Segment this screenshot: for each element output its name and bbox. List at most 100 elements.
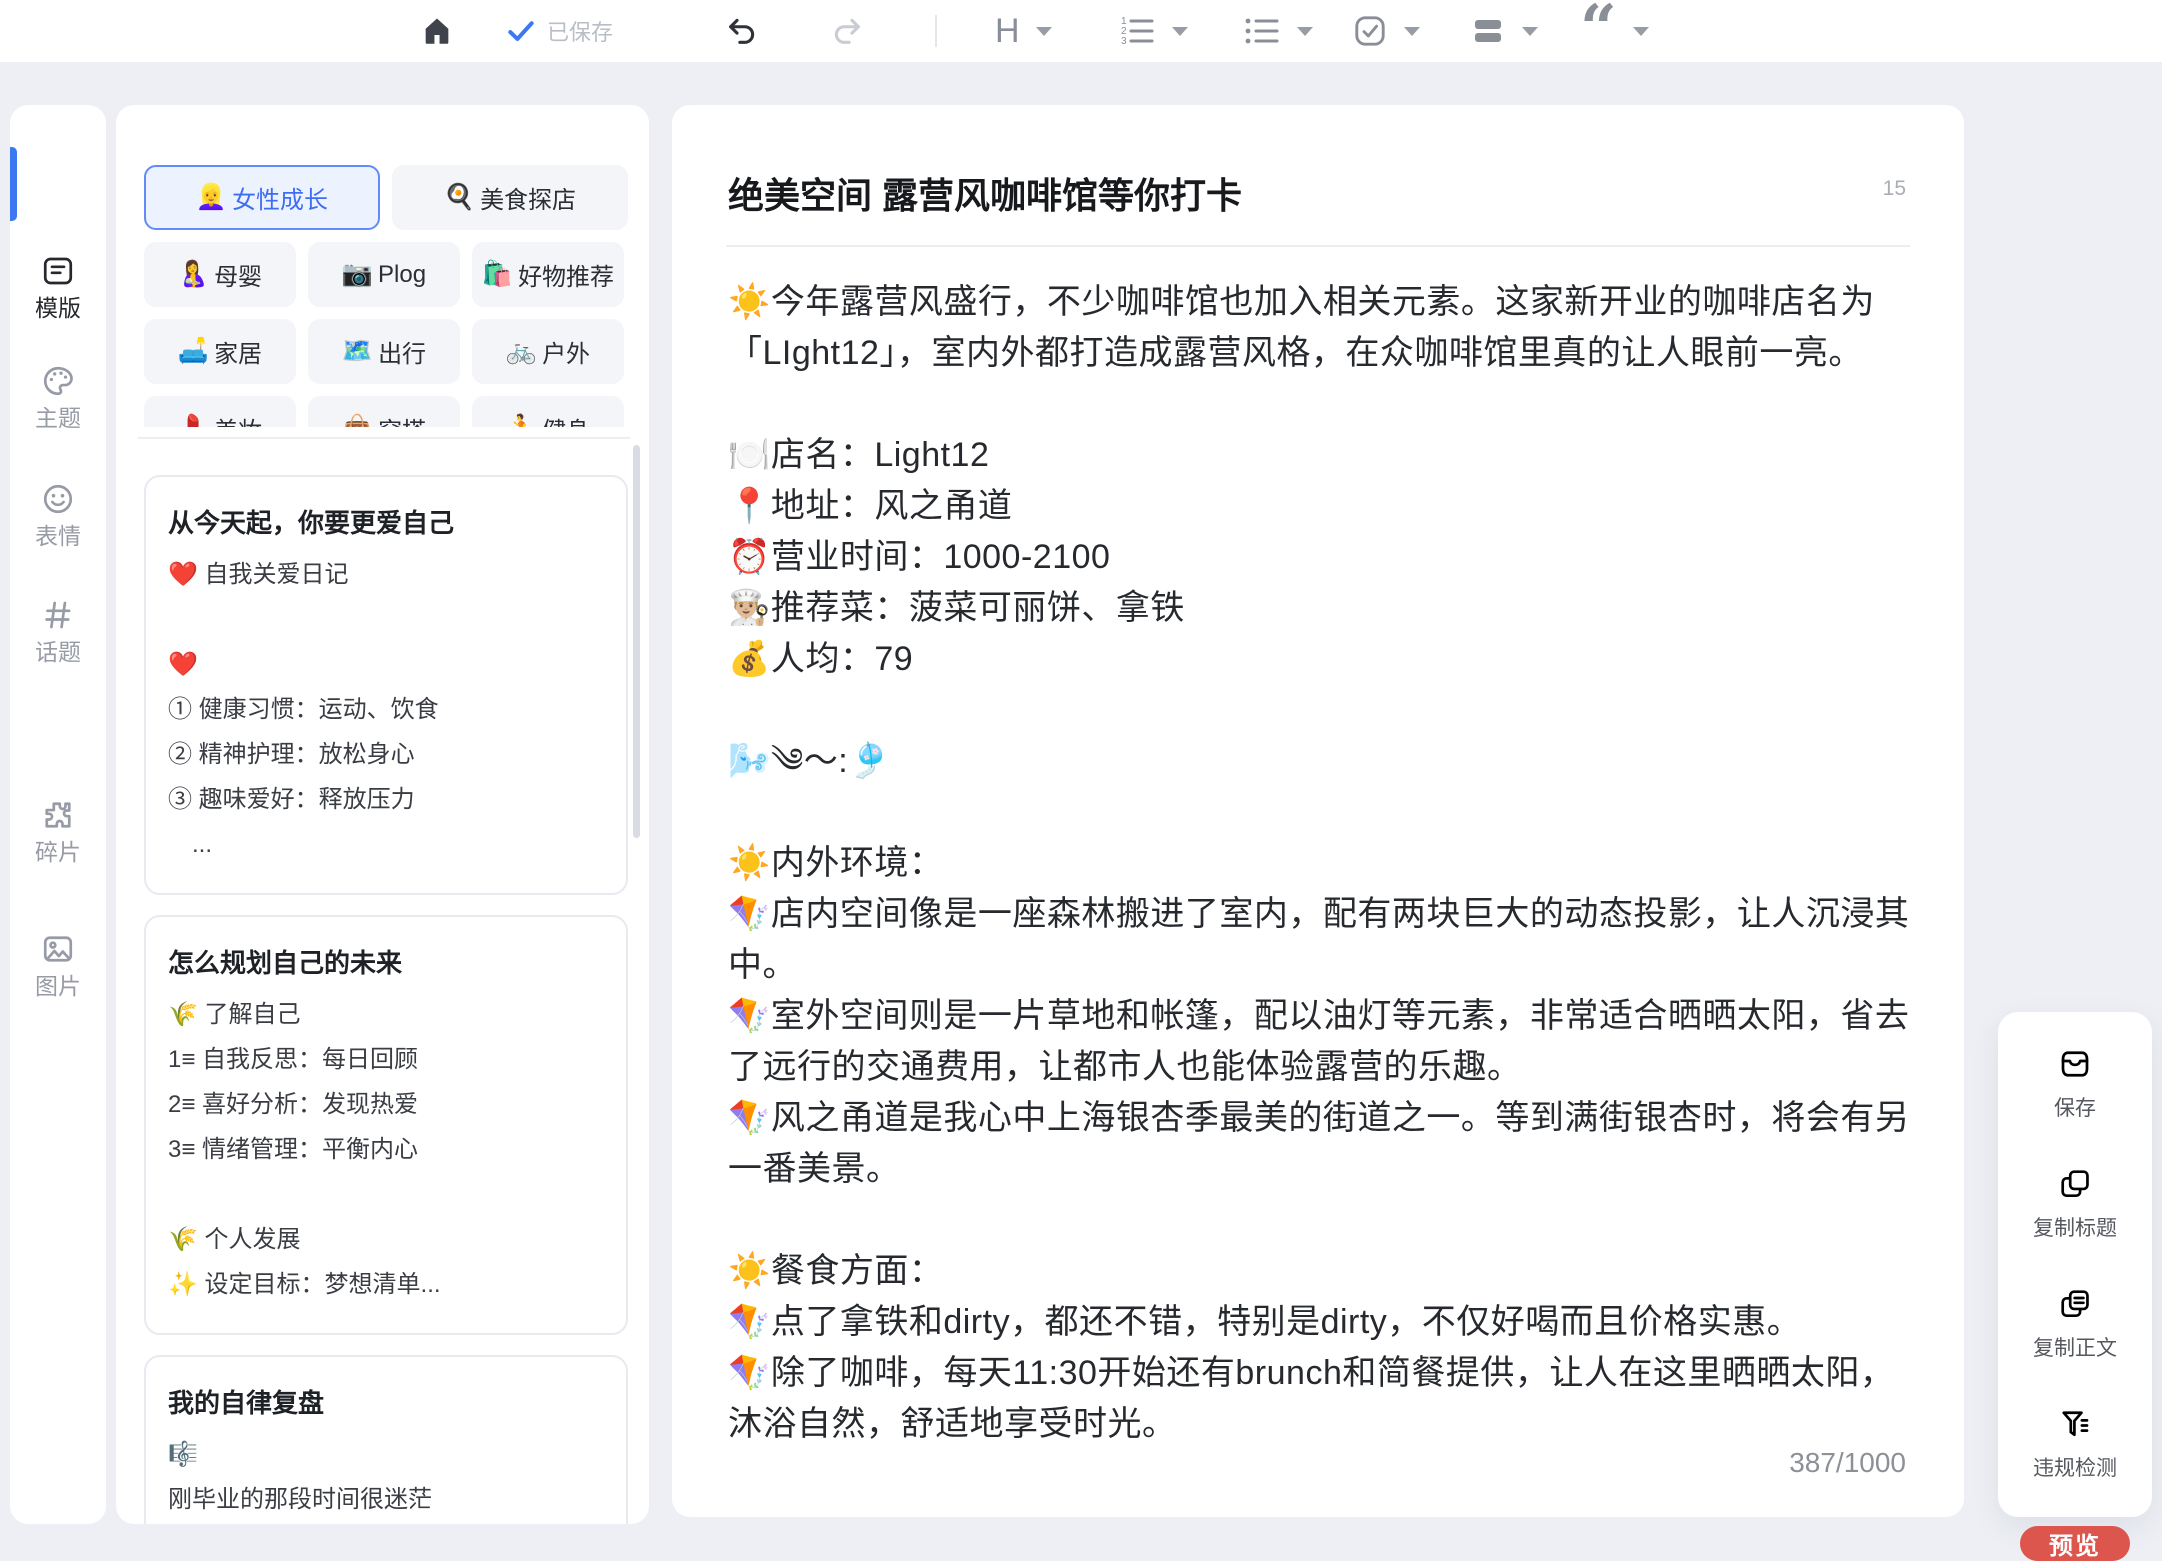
quote-icon: “ bbox=[1580, 14, 1617, 48]
undo-button[interactable] bbox=[725, 0, 759, 62]
ordered-list-dropdown[interactable]: 123 bbox=[1118, 0, 1188, 62]
paragraph-style-dropdown[interactable] bbox=[1470, 0, 1538, 62]
chip-label: 好物推荐 bbox=[518, 257, 614, 292]
action-button[interactable]: 保存 bbox=[2054, 1046, 2096, 1122]
action-button-label: 保存 bbox=[2054, 1092, 2096, 1122]
chip-emoji-icon: 🚲 bbox=[506, 337, 537, 366]
chip-label: 女性成长 bbox=[232, 180, 328, 215]
topic-icon bbox=[10, 597, 106, 633]
bullet-list-icon bbox=[1243, 14, 1281, 48]
rail-item-label: 表情 bbox=[35, 523, 81, 549]
chip-label: 户外 bbox=[542, 334, 590, 369]
note-title-input[interactable]: 绝美空间 露营风咖啡馆等你打卡 bbox=[728, 167, 1828, 219]
template-card-title: 我的自律复盘 bbox=[168, 1383, 604, 1420]
chip-emoji-icon: 🤱 bbox=[178, 260, 209, 289]
template-card-line: ❤️ bbox=[168, 642, 604, 687]
chip-emoji-icon: 🍳 bbox=[444, 183, 475, 212]
templates-panel: 👱‍♀️ 女性成长 🍳 美食探店 🤱 母婴 📷 Plog 🛍️ 好物推荐 🛋️ … bbox=[116, 105, 649, 1524]
home-button[interactable] bbox=[420, 0, 454, 62]
rail-item-label: 模版 bbox=[35, 295, 81, 321]
chevron-down-icon bbox=[1297, 27, 1313, 36]
template-card-lines: 🌾 了解自己 1≡ 自我反思：每日回顾 2≡ 喜好分析：发现热爱 3≡ 情绪管理… bbox=[168, 992, 604, 1307]
rail-item[interactable]: 碎片 bbox=[10, 797, 106, 867]
template-card-lines: ❤️ 自我关爱日记 ❤️ ① 健康习惯：运动、饮食 ② 精神护理：放松身心 ③ … bbox=[168, 552, 604, 867]
heading-dropdown[interactable]: H bbox=[995, 0, 1052, 62]
top-toolbar: 已保存 H 123 “ bbox=[0, 0, 2162, 62]
template-card-line: ① 健康习惯：运动、饮食 bbox=[168, 687, 604, 732]
home-icon bbox=[420, 14, 454, 48]
action-button[interactable]: 复制标题 bbox=[2033, 1166, 2117, 1242]
heading-icon: H bbox=[995, 12, 1020, 51]
rail-item[interactable]: 图片 bbox=[10, 931, 106, 1001]
action-button-label: 复制标题 bbox=[2033, 1212, 2117, 1242]
preview-button[interactable]: 预览 bbox=[2020, 1526, 2130, 1561]
chip-label: 家居 bbox=[214, 334, 262, 369]
chip-emoji-icon: 📷 bbox=[342, 260, 373, 289]
body-line: 👨🏼‍🍳推荐菜：菠菜可丽饼、拿铁 bbox=[728, 583, 1912, 634]
rail-item[interactable]: 话题 bbox=[10, 597, 106, 667]
action-button[interactable]: 违规检测 bbox=[2033, 1406, 2117, 1482]
category-chips: 👱‍♀️ 女性成长 🍳 美食探店 🤱 母婴 📷 Plog 🛍️ 好物推荐 🛋️ … bbox=[144, 165, 628, 427]
template-card-line: 🎼 bbox=[168, 1432, 604, 1477]
template-card-lines: 🎼 刚毕业的那段时间很迷茫 bbox=[168, 1432, 604, 1522]
quote-dropdown[interactable]: “ bbox=[1580, 0, 1649, 62]
body-line bbox=[728, 379, 1912, 430]
action-button[interactable]: 复制正文 bbox=[2033, 1286, 2117, 1362]
chip-emoji-icon: 🗺️ bbox=[342, 337, 373, 366]
saved-label: 已保存 bbox=[547, 15, 613, 47]
scrollbar[interactable] bbox=[633, 445, 640, 838]
panel-divider bbox=[138, 437, 630, 439]
chip-label: 出行 bbox=[378, 334, 426, 369]
rail-item[interactable]: 主题 bbox=[10, 363, 106, 433]
chip-label: Plog bbox=[378, 261, 426, 289]
body-line: 🍽️店名：Light12 bbox=[728, 430, 1912, 481]
template-icon bbox=[10, 253, 106, 289]
body-line: 🪁风之甬道是我心中上海银杏季最美的街道之一。等到满街银杏时，将会有另一番美景。 bbox=[728, 1093, 1912, 1195]
chip-emoji-icon: 💄 bbox=[178, 414, 209, 427]
ordered-list-icon: 123 bbox=[1118, 14, 1156, 48]
category-chip[interactable]: 👜 穿搭 bbox=[308, 396, 460, 427]
category-chip[interactable]: 🛍️ 好物推荐 bbox=[472, 242, 624, 307]
template-card[interactable]: 我的自律复盘 🎼 刚毕业的那段时间很迷茫 bbox=[144, 1355, 628, 1524]
template-card[interactable]: 怎么规划自己的未来 🌾 了解自己 1≡ 自我反思：每日回顾 2≡ 喜好分析：发现… bbox=[144, 915, 628, 1335]
chevron-down-icon bbox=[1404, 27, 1420, 36]
note-editor: 绝美空间 露营风咖啡馆等你打卡 15 ☀️今年露营风盛行，不少咖啡馆也加入相关元… bbox=[672, 105, 1964, 1517]
copy-title-icon bbox=[2057, 1166, 2093, 1202]
rail-item-label: 碎片 bbox=[35, 839, 81, 865]
rail-item[interactable]: 模版 bbox=[10, 253, 106, 323]
rail-item[interactable]: 表情 bbox=[10, 481, 106, 551]
category-chip[interactable]: 🍳 美食探店 bbox=[392, 165, 628, 230]
template-card[interactable]: 从今天起，你要更爱自己 ❤️ 自我关爱日记 ❤️ ① 健康习惯：运动、饮食 ② … bbox=[144, 475, 628, 895]
note-body-input[interactable]: ☀️今年露营风盛行，不少咖啡馆也加入相关元素。这家新开业的咖啡店名为「LIght… bbox=[728, 277, 1912, 1450]
action-panel: 保存 复制标题 复制正文 违规检测 预览 bbox=[1998, 1012, 2152, 1517]
fragment-icon bbox=[10, 797, 106, 833]
chip-label: 美食探店 bbox=[480, 180, 576, 215]
active-tab-indicator bbox=[10, 147, 17, 221]
chip-label: 美妆 bbox=[214, 411, 262, 427]
redo-button[interactable] bbox=[830, 0, 864, 62]
category-chip[interactable]: 🤱 母婴 bbox=[144, 242, 296, 307]
checkbox-dropdown[interactable] bbox=[1352, 0, 1420, 62]
checkbox-icon bbox=[1352, 13, 1388, 49]
body-line: ⏰营业时间：1000-2100 bbox=[728, 532, 1912, 583]
bullet-list-dropdown[interactable] bbox=[1243, 0, 1313, 62]
image-icon bbox=[10, 931, 106, 967]
category-chip[interactable]: 🏃 健身 bbox=[472, 396, 624, 427]
template-card-line: ... bbox=[168, 822, 604, 867]
template-card-title: 怎么规划自己的未来 bbox=[168, 943, 604, 980]
template-card-line: 1≡ 自我反思：每日回顾 bbox=[168, 1037, 604, 1082]
category-chip[interactable]: 🚲 户外 bbox=[472, 319, 624, 384]
body-line: ☀️餐食方面： bbox=[728, 1246, 1912, 1297]
chip-emoji-icon: 🏃 bbox=[506, 414, 537, 427]
body-line: ☀️内外环境： bbox=[728, 838, 1912, 889]
paragraph-icon bbox=[1470, 14, 1506, 48]
category-chip[interactable]: 🗺️ 出行 bbox=[308, 319, 460, 384]
chip-label: 穿搭 bbox=[378, 411, 426, 427]
action-button-label: 复制正文 bbox=[2033, 1332, 2117, 1362]
category-chip[interactable]: 📷 Plog bbox=[308, 242, 460, 307]
template-card-line: ✨ 设定目标：梦想清单... bbox=[168, 1262, 604, 1307]
body-char-count: 387/1000 bbox=[1789, 1447, 1906, 1479]
category-chip[interactable]: 🛋️ 家居 bbox=[144, 319, 296, 384]
category-chip[interactable]: 👱‍♀️ 女性成长 bbox=[144, 165, 380, 230]
category-chip[interactable]: 💄 美妆 bbox=[144, 396, 296, 427]
